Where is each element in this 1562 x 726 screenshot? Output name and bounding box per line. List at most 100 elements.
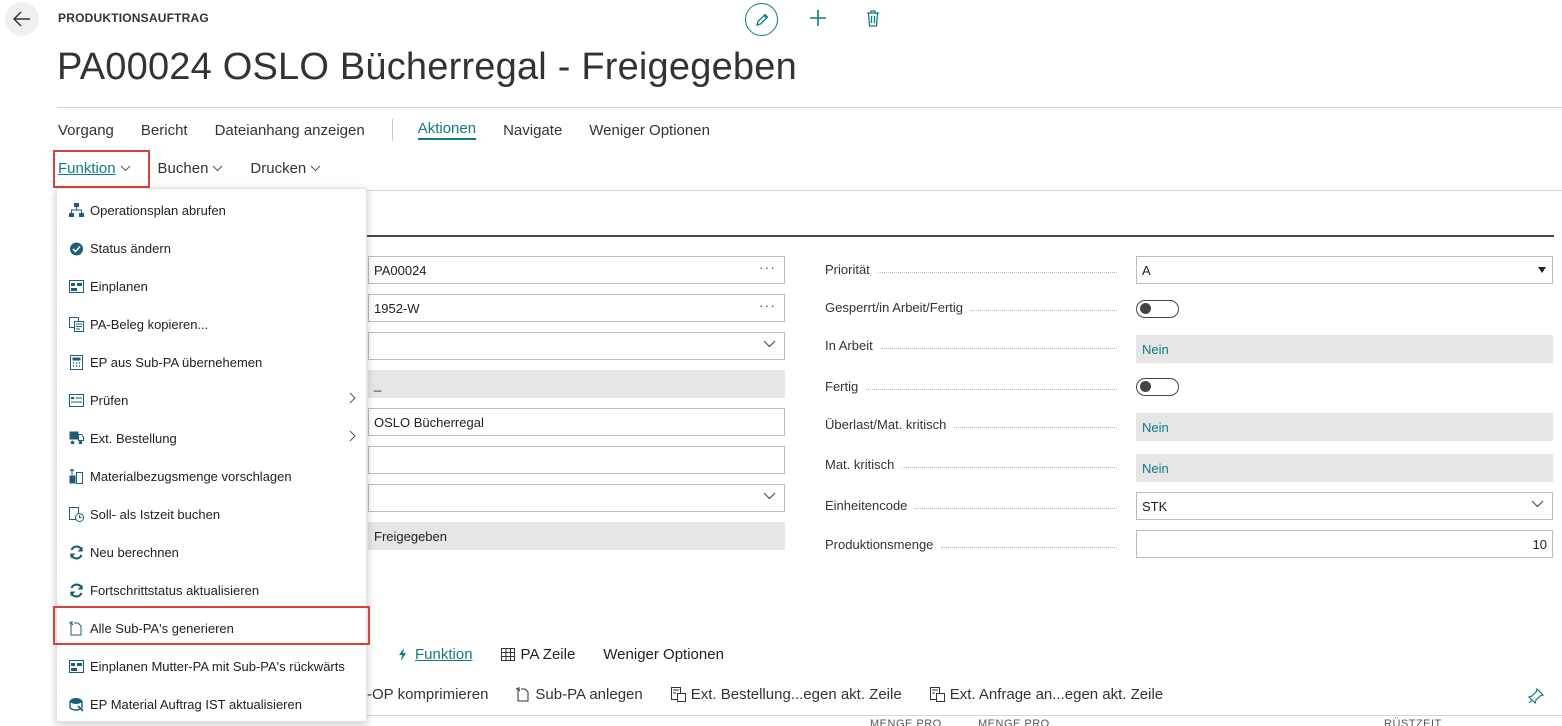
arrow-left-icon: [13, 11, 30, 27]
menu-item-einplanen-mutter-pa[interactable]: Einplanen Mutter-PA mit Sub-PA's rückwär…: [57, 647, 368, 685]
new-button[interactable]: [806, 6, 830, 30]
nr-field[interactable]: PA00024 ···: [368, 256, 785, 284]
truck-icon: [68, 430, 84, 446]
menu-bericht[interactable]: Bericht: [141, 122, 188, 139]
einheitencode-value: STK: [1142, 498, 1168, 514]
action-op-komprimieren[interactable]: -OP komprimieren: [367, 686, 488, 703]
chevron-down-icon: [213, 165, 223, 172]
in-arbeit-text: Nein: [1142, 341, 1169, 357]
page-caption: PRODUKTIONSAUFTRAG: [58, 11, 209, 25]
back-button[interactable]: [5, 2, 39, 36]
menu-item-fortschrittstatus[interactable]: Fortschrittstatus aktualisieren: [57, 571, 368, 609]
text-field-empty[interactable]: [368, 446, 785, 474]
dash-value: _: [374, 376, 382, 392]
chevron-down-icon: [310, 165, 321, 172]
select-field-2[interactable]: [368, 484, 785, 512]
menu-item-operationsplan[interactable]: Operationsplan abrufen: [57, 191, 368, 229]
trash-icon: [867, 9, 879, 27]
menu-navigate[interactable]: Navigate: [503, 122, 562, 139]
menu-item-ext-bestellung[interactable]: Ext. Bestellung: [57, 419, 368, 457]
funktion-highlight: [53, 150, 150, 188]
col-header-menge-pro-2: MENGE PRO: [978, 718, 1050, 726]
pin-icon[interactable]: [1527, 687, 1545, 709]
header-divider: [57, 107, 1562, 108]
tab-weniger-optionen[interactable]: Weniger Optionen: [603, 646, 724, 663]
actionbar-divider: [366, 190, 1562, 191]
description-field[interactable]: OSLO Bücherregal: [368, 408, 785, 436]
menu-item-einplanen[interactable]: Einplanen: [57, 267, 368, 305]
menu-item-materialbezugsmenge[interactable]: Materialbezugsmenge vorschlagen: [57, 457, 368, 495]
lines-tabs: Funktion PA Zeile Weniger Optionen: [398, 646, 752, 663]
in-arbeit-value: Nein: [1136, 335, 1553, 363]
label-ueberlast: Überlast/Mat. kritisch: [825, 417, 1125, 432]
drucken-label: Drucken: [250, 160, 307, 177]
delete-button[interactable]: [862, 6, 884, 30]
edit-button[interactable]: [745, 3, 778, 36]
action-ext-anfrage[interactable]: Ext. Anfrage an...egen akt. Zeile: [929, 686, 1163, 703]
chevron-down-icon: [763, 492, 776, 500]
more-icon[interactable]: ···: [759, 259, 776, 275]
page-title: PA00024 OSLO Bücherregal - Freigegeben: [57, 46, 797, 88]
buchen-dropdown[interactable]: Buchen: [158, 160, 224, 177]
menu-item-soll-als-istzeit[interactable]: Soll- als Istzeit buchen: [57, 495, 368, 533]
refresh-icon: [68, 544, 84, 560]
menu-vorgang[interactable]: Vorgang: [58, 122, 114, 139]
menu-item-neu-berechnen[interactable]: Neu berechnen: [57, 533, 368, 571]
time-post-icon: [68, 506, 84, 522]
label-mat-kritisch: Mat. kritisch: [825, 457, 1125, 472]
tab-funktion[interactable]: Funktion: [398, 646, 473, 663]
order-icon: [670, 687, 686, 702]
refresh-icon: [68, 582, 84, 598]
menu-dateianhang[interactable]: Dateianhang anzeigen: [215, 122, 365, 139]
ueberlast-value: Nein: [1136, 413, 1553, 441]
selected-item-highlight: [53, 606, 370, 645]
label-gesperrt: Gesperrt/in Arbeit/Fertig: [825, 300, 1125, 315]
prioritaet-select[interactable]: A: [1136, 256, 1553, 284]
chevron-right-icon: [349, 430, 356, 442]
label-produktionsmenge: Produktionsmenge: [825, 537, 1125, 552]
more-icon[interactable]: ···: [759, 297, 776, 313]
calendar-plan-icon: [68, 658, 84, 674]
tab-pa-zeile-label: PA Zeile: [520, 646, 576, 663]
grid-divider: [366, 715, 1562, 716]
new-document-icon: [516, 687, 529, 702]
tab-pa-zeile[interactable]: PA Zeile: [500, 646, 576, 663]
produktionsmenge-field[interactable]: 10: [1136, 530, 1553, 558]
col-header-ruestzeit: RÜSTZEIT: [1384, 718, 1442, 726]
label-fertig: Fertig: [825, 379, 1125, 394]
readonly-field-dash: _: [368, 370, 785, 398]
select-field-1[interactable]: [368, 332, 785, 360]
menu-item-pa-beleg-kopieren[interactable]: PA-Beleg kopieren...: [57, 305, 368, 343]
drucken-dropdown[interactable]: Drucken: [250, 160, 321, 177]
menu-weniger-optionen[interactable]: Weniger Optionen: [589, 122, 710, 139]
action-sub-pa-anlegen[interactable]: Sub-PA anlegen: [516, 686, 643, 703]
gesperrt-toggle[interactable]: [1136, 300, 1179, 318]
nr-value: PA00024: [374, 262, 427, 278]
menu-item-ep-aus-sub-pa[interactable]: EP aus Sub-PA übernehemen: [57, 343, 368, 381]
calculator-icon: [68, 354, 84, 370]
chevron-down-icon: [763, 340, 776, 348]
source-value: 1952-W: [374, 300, 420, 316]
materials-icon: [68, 468, 84, 484]
tab-funktion-label: Funktion: [415, 646, 473, 663]
menu-item-ep-material-auftrag[interactable]: EP Material Auftrag IST aktualisieren: [57, 685, 368, 723]
action-ext-bestellung[interactable]: Ext. Bestellung...egen akt. Zeile: [670, 686, 902, 703]
ueberlast-text: Nein: [1142, 419, 1169, 435]
menu-item-status-aendern[interactable]: Status ändern: [57, 229, 368, 267]
prioritaet-value: A: [1142, 262, 1151, 278]
col-header-menge-pro-1: MENGE PRO: [870, 718, 942, 726]
einheitencode-select[interactable]: STK: [1136, 492, 1553, 520]
material-update-icon: [68, 696, 84, 712]
menu-item-pruefen[interactable]: Prüfen: [57, 381, 368, 419]
section-divider: [366, 235, 1554, 237]
description-value: OSLO Bücherregal: [374, 414, 484, 430]
calendar-plan-icon: [68, 278, 84, 294]
status-check-icon: [68, 240, 84, 256]
menu-aktionen[interactable]: Aktionen: [417, 120, 477, 140]
fertig-toggle[interactable]: [1136, 378, 1179, 396]
source-field[interactable]: 1952-W ···: [368, 294, 785, 322]
copy-document-icon: [68, 316, 84, 332]
check-list-icon: [68, 392, 84, 408]
hierarchy-icon: [68, 202, 84, 218]
status-field: Freigegeben: [368, 522, 785, 550]
